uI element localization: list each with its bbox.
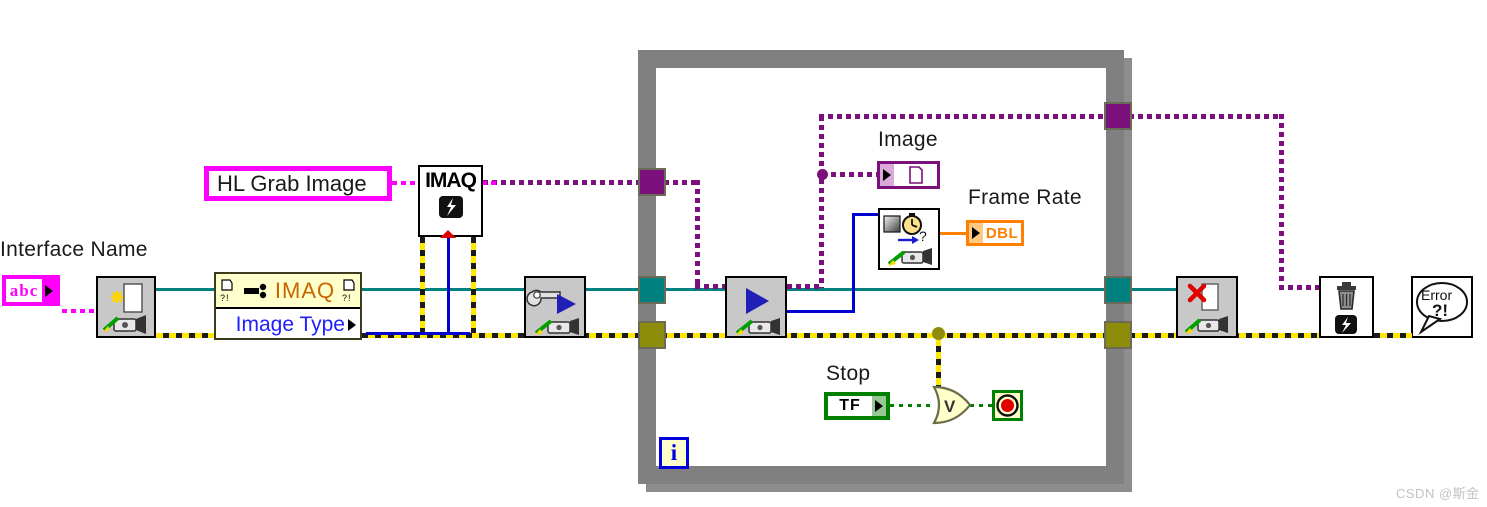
iteration-terminal[interactable]: i: [659, 437, 689, 469]
image-indicator[interactable]: [877, 161, 940, 189]
frame-rate-indicator-arrow: [969, 223, 983, 243]
refnum-in-icon: ?!: [220, 278, 233, 303]
configure-grab-icon: [526, 289, 579, 335]
tunnel-session-left[interactable]: [638, 276, 666, 304]
wire-error-to-handler: [1374, 333, 1412, 338]
imaqdx-open-camera-node[interactable]: [96, 276, 156, 338]
refnum-out-icon: ?!: [342, 278, 355, 303]
tunnel-image-in-left[interactable]: [638, 168, 666, 196]
imaqdx-frame-rate-node[interactable]: ?: [878, 208, 940, 270]
imaqdx-configure-grab-node[interactable]: [524, 276, 586, 338]
loop-stop-terminal[interactable]: [992, 390, 1023, 421]
imaqdx-property-node[interactable]: ?! IMAQ ?! Image Type: [214, 272, 362, 340]
property-row-image-type[interactable]: Image Type: [216, 309, 360, 341]
imaqdx-grab-node[interactable]: [725, 276, 787, 338]
wire-image-to-indicator: [822, 172, 877, 177]
tunnel-session-right[interactable]: [1104, 276, 1132, 304]
wire-stop-to-or: [890, 404, 932, 407]
or-gate-node[interactable]: V: [930, 383, 974, 427]
label-stop: Stop: [826, 362, 871, 385]
open-camera-icon: [102, 283, 146, 334]
wire-error-imaq-create-left-down: [420, 237, 425, 338]
label-interface-name: Interface Name: [0, 238, 148, 261]
stop-control-arrow: [872, 396, 886, 416]
wire-image-down-to-grab: [695, 180, 700, 288]
wire-error-main-bus: [362, 333, 1412, 338]
property-key-icon: [243, 283, 267, 298]
wire-frame-rate-dbl: [940, 232, 966, 235]
imaq-create-error-marker: [440, 230, 456, 238]
property-node-header: ?! IMAQ ?!: [216, 274, 360, 309]
dispose-trash-icon: [1335, 282, 1357, 334]
wire-frame-rate-up: [852, 213, 855, 312]
tunnel-error-right[interactable]: [1104, 321, 1132, 349]
wire-junction-error-branch: [932, 327, 945, 340]
hl-grab-image-constant[interactable]: HL Grab Image: [204, 166, 392, 201]
interface-name-value: abc: [6, 279, 42, 302]
stop-control[interactable]: TF: [824, 392, 890, 420]
wire-error-branch-to-or: [936, 333, 941, 390]
wire-error-imaq-create-right-down: [471, 237, 476, 338]
wire-image-type-run: [366, 332, 470, 335]
label-image: Image: [878, 128, 938, 151]
frame-rate-indicator[interactable]: DBL: [966, 220, 1024, 246]
block-diagram-canvas: i Interface Name abc ?! IMAQ ?! Image Ty…: [0, 0, 1487, 507]
property-image-type-label: Image Type: [235, 313, 345, 336]
watermark: CSDN @斯金: [1396, 486, 1480, 501]
imaq-create-node[interactable]: IMAQ: [418, 165, 483, 237]
svg-text:?!: ?!: [342, 293, 352, 303]
interface-name-terminal-arrow: [42, 279, 56, 302]
tunnel-error-left[interactable]: [638, 321, 666, 349]
imaq-zap-icon: [438, 196, 463, 218]
wire-imaq-create-out: [482, 181, 496, 185]
grab-icon: [735, 288, 780, 335]
close-camera-icon: [1184, 283, 1228, 334]
svg-text:?!: ?!: [220, 293, 230, 303]
wire-error-open-to-property: [150, 333, 216, 338]
image-indicator-arrow: [880, 164, 894, 186]
wire-frame-rate-in: [852, 213, 880, 216]
imaq-dispose-node[interactable]: [1319, 276, 1374, 338]
wire-image-type-up: [447, 235, 450, 334]
wire-grab-to-frame-rate: [787, 310, 855, 313]
wire-image-into-dispose: [1279, 285, 1319, 290]
svg-text:V: V: [944, 397, 956, 416]
error-handler-icon: Error ?!: [1416, 282, 1468, 336]
or-gate-icon: V: [932, 385, 972, 425]
stop-control-value: TF: [828, 396, 872, 416]
interface-name-control[interactable]: abc: [2, 275, 60, 306]
wire-session-open-to-property: [156, 288, 214, 291]
image-indicator-glyph: [894, 164, 937, 186]
wire-grab-image-top-run: [819, 114, 1119, 119]
wire-grab-image-out: [787, 284, 822, 289]
stop-icon: [996, 394, 1019, 417]
imaq-create-title: IMAQ: [425, 169, 477, 192]
svg-text:?: ?: [919, 228, 927, 244]
frame-rate-indicator-type: DBL: [983, 223, 1021, 243]
property-output-arrow: [348, 313, 356, 337]
simple-error-handler-node[interactable]: Error ?!: [1411, 276, 1473, 338]
image-ref-icon: [908, 166, 923, 184]
svg-text:?!: ?!: [1432, 301, 1448, 320]
wire-interface-name-string: [62, 309, 100, 313]
frame-rate-icon: ?: [883, 213, 932, 266]
label-frame-rate: Frame Rate: [968, 186, 1082, 209]
wire-image-out-of-loop: [1120, 114, 1283, 119]
wire-image-create-to-loop: [483, 180, 651, 185]
wire-junction-image: [817, 169, 828, 180]
wire-image-down-to-dispose: [1279, 114, 1284, 289]
imaqdx-close-camera-node[interactable]: [1176, 276, 1238, 338]
wire-hl-grab-image-to-create: [392, 181, 418, 185]
wire-image-into-grab: [695, 284, 727, 289]
wire-grab-image-up: [819, 116, 824, 288]
tunnel-image-out-right[interactable]: [1104, 102, 1132, 130]
property-node-title: IMAQ: [274, 277, 336, 303]
